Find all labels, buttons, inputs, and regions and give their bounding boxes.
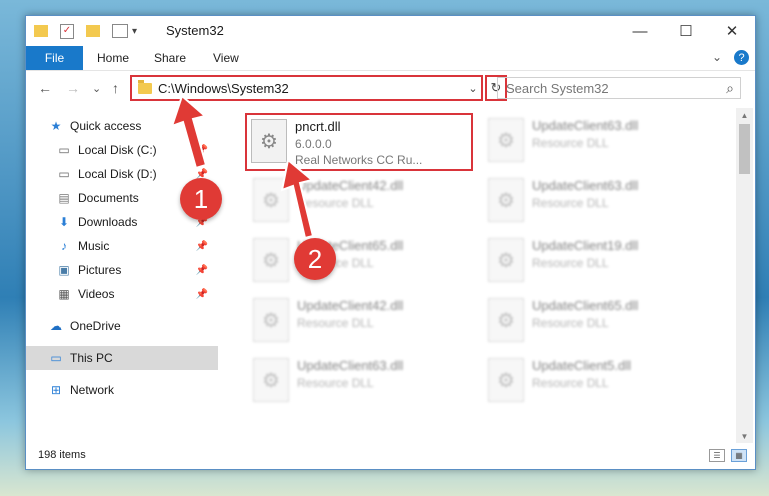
step-1-badge: 1 (180, 178, 222, 220)
arrow-1 (170, 94, 208, 170)
arrow-2 (280, 158, 315, 240)
annotation-arrows (170, 94, 315, 240)
step-2-badge: 2 (294, 238, 336, 280)
